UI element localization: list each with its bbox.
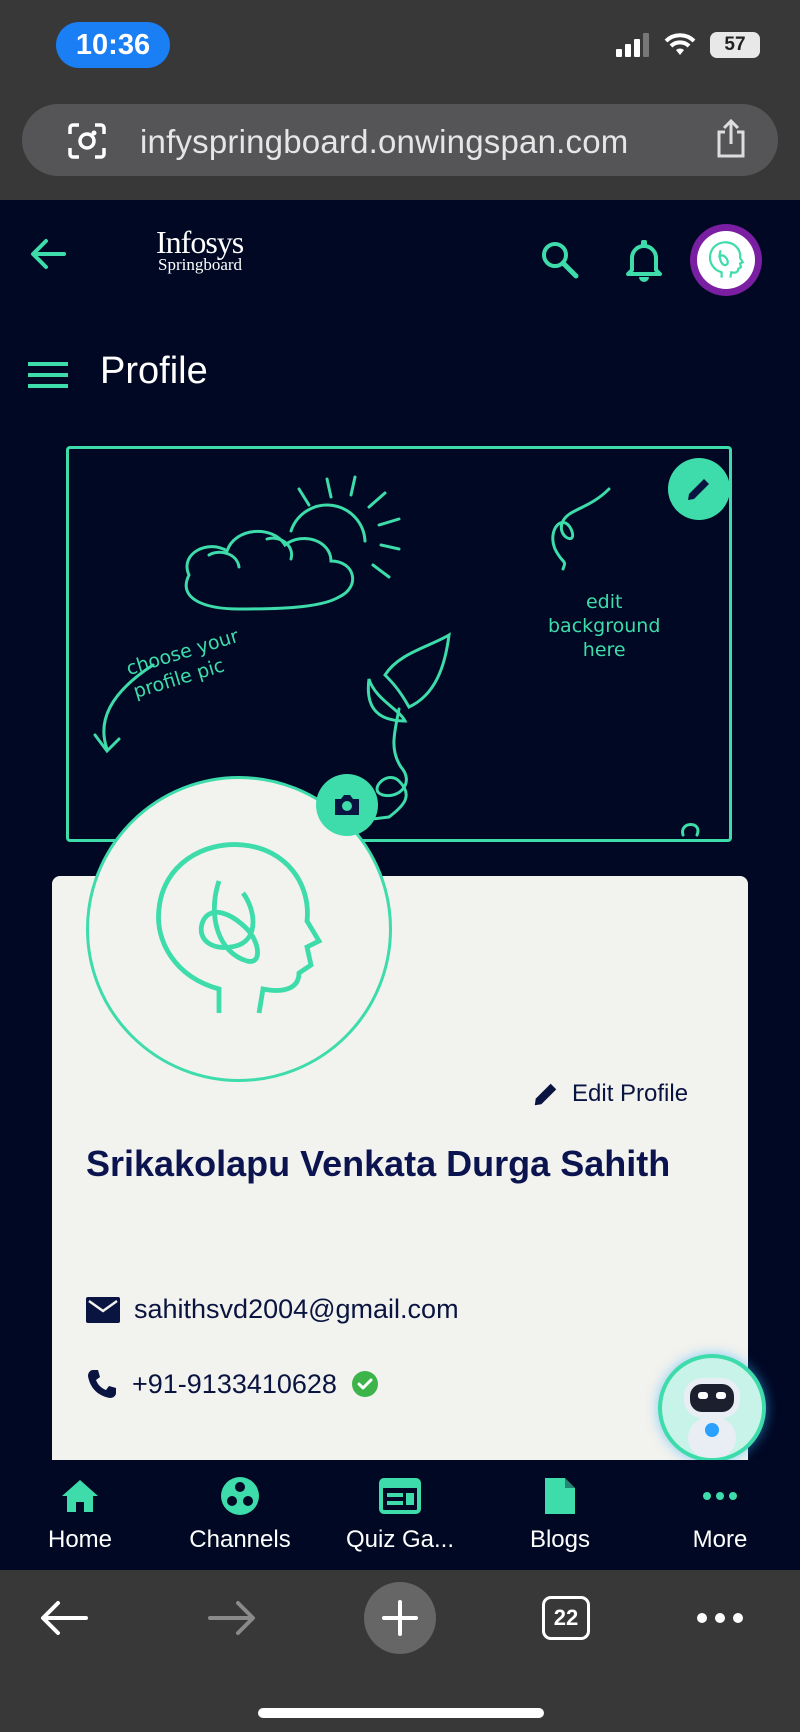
browser-back-icon[interactable] xyxy=(40,1600,88,1636)
email-value: sahithsvd2004@gmail.com xyxy=(134,1294,459,1324)
nav-home[interactable]: Home xyxy=(0,1460,160,1570)
email-row: sahithsvd2004@gmail.com xyxy=(86,1294,459,1325)
home-indicator xyxy=(258,1708,544,1718)
browser-forward-icon[interactable] xyxy=(208,1600,256,1636)
new-tab-button[interactable] xyxy=(364,1582,436,1654)
tab-count[interactable]: 22 xyxy=(542,1596,590,1640)
phone-icon xyxy=(88,1370,116,1398)
home-icon xyxy=(62,1480,98,1512)
robot-icon xyxy=(684,1378,740,1458)
more-dots-icon xyxy=(703,1492,737,1500)
change-photo-button[interactable] xyxy=(316,774,378,836)
phone-value: +91-9133410628 xyxy=(132,1368,337,1399)
user-avatar[interactable] xyxy=(690,224,762,296)
signal-icon xyxy=(616,33,649,57)
pencil-icon xyxy=(688,479,709,500)
chatbot-button[interactable] xyxy=(658,1354,766,1462)
status-time: 10:36 xyxy=(56,22,170,68)
pencil-icon xyxy=(534,1083,557,1106)
hint-edit-background: edit background here xyxy=(548,591,661,661)
page-title: Profile xyxy=(100,350,208,392)
search-icon[interactable] xyxy=(540,240,580,280)
page-title-row: Profile xyxy=(0,340,800,404)
bottom-navigation: Home Channels Quiz Ga... Blogs More xyxy=(0,1460,800,1570)
infosys-springboard-logo[interactable]: Infosys Springboard xyxy=(156,226,244,273)
back-arrow-icon[interactable] xyxy=(30,238,66,270)
edit-profile-label: Edit Profile xyxy=(572,1080,689,1107)
share-icon[interactable] xyxy=(714,118,748,160)
nav-channels[interactable]: Channels xyxy=(160,1460,320,1570)
hamburger-menu-icon[interactable] xyxy=(28,360,68,390)
edit-background-button[interactable] xyxy=(668,458,730,520)
nav-channels-label: Channels xyxy=(189,1526,291,1553)
browser-address-area: infyspringboard.onwingspan.com xyxy=(0,92,800,200)
camera-icon xyxy=(335,795,359,815)
phone-row: +91-9133410628 xyxy=(86,1368,379,1400)
status-bar: 10:36 57 xyxy=(0,0,800,92)
plus-icon xyxy=(382,1600,418,1636)
battery-indicator: 57 xyxy=(710,32,760,58)
browser-toolbar: 22 xyxy=(0,1570,800,1732)
browser-menu-icon[interactable] xyxy=(696,1612,744,1624)
mail-icon xyxy=(86,1296,120,1323)
notification-bell-icon[interactable] xyxy=(624,238,664,282)
nav-more-label: More xyxy=(692,1526,748,1553)
edit-profile-link[interactable]: Edit Profile xyxy=(532,1080,688,1108)
url-text: infyspringboard.onwingspan.com xyxy=(140,123,629,160)
nav-blogs[interactable]: Blogs xyxy=(480,1460,640,1570)
document-icon xyxy=(545,1478,575,1514)
address-bar[interactable]: infyspringboard.onwingspan.com xyxy=(22,104,778,176)
nav-quiz-label: Quiz Ga... xyxy=(345,1526,455,1553)
profile-head-icon xyxy=(708,241,745,278)
profile-head-illustration xyxy=(156,842,323,1014)
wifi-icon xyxy=(664,33,696,55)
app-header: Infosys Springboard xyxy=(0,200,800,320)
profile-name: Srikakolapu Venkata Durga Sahith xyxy=(86,1143,671,1184)
nav-home-label: Home xyxy=(47,1526,113,1553)
nav-blogs-label: Blogs xyxy=(529,1526,591,1553)
quiz-icon xyxy=(379,1478,421,1514)
nav-more[interactable]: More xyxy=(640,1460,800,1570)
status-icons: 57 xyxy=(616,32,760,58)
nav-quiz-games[interactable]: Quiz Ga... xyxy=(320,1460,480,1570)
lens-icon[interactable] xyxy=(66,122,108,160)
verified-check-icon xyxy=(351,1371,378,1397)
channels-icon xyxy=(221,1477,259,1515)
